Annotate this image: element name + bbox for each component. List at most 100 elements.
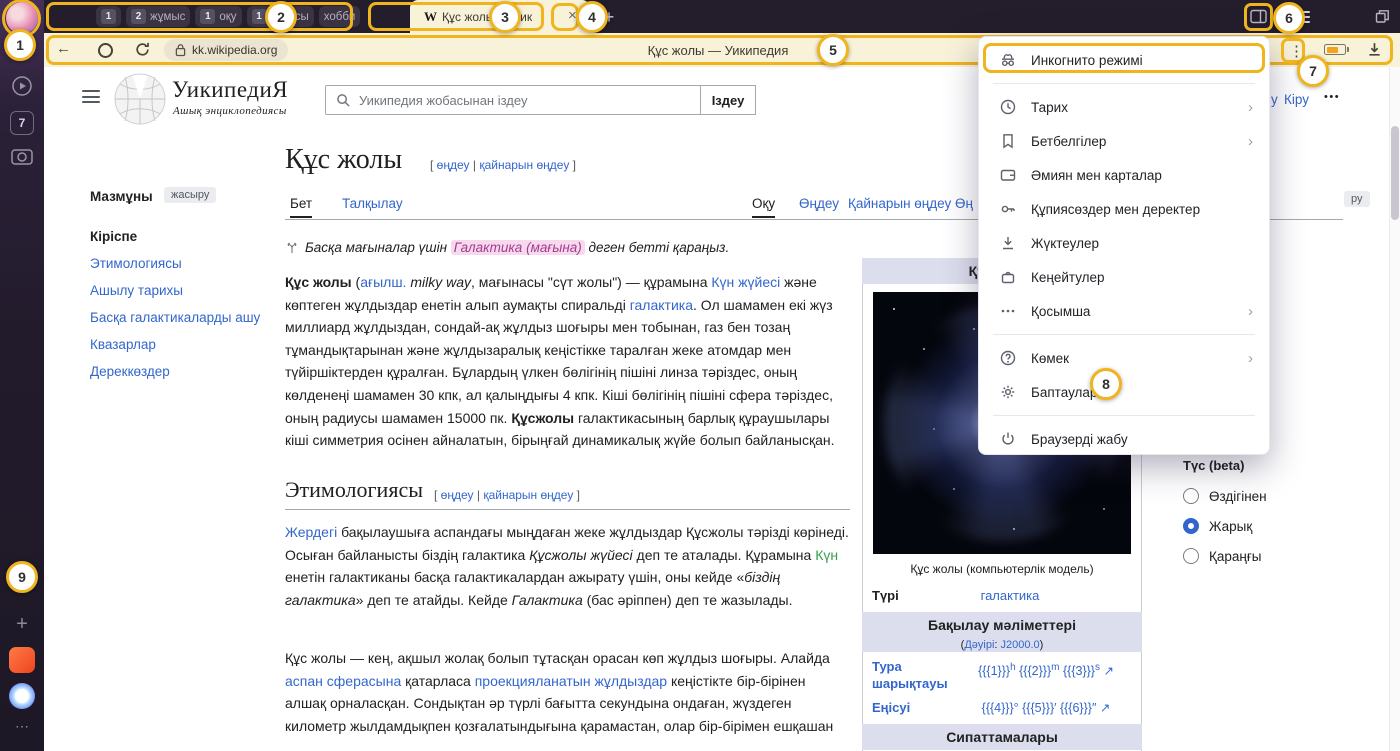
back-icon[interactable]: ← [56,40,71,57]
infobox-dec-label[interactable]: Еңісуі [872,700,910,715]
search-icon [336,93,351,108]
tab-group-1[interactable]: 1 [96,6,121,27]
tab-page[interactable]: Бет [290,196,312,218]
radio-icon-checked[interactable] [1183,518,1199,534]
toc-hide-button[interactable]: жасыру [164,187,216,203]
color-option-dark[interactable]: Қараңғы [1183,548,1261,564]
menu-item-label: Жүктеулер [1031,236,1099,251]
signin-partial-text: у [1271,92,1278,107]
wikipedia-favicon: W [424,9,437,25]
yandex-search-icon[interactable] [98,43,113,58]
toc-item-ashylu[interactable]: Ашылу тарихы [90,282,262,300]
side-rail: 7 + ⋯ [0,0,44,751]
battery-icon[interactable] [1324,44,1346,55]
tab-read[interactable]: Оқу [752,196,775,218]
color-option-auto[interactable]: Өздігінен [1183,488,1267,504]
toc-item-kvazarlar[interactable]: Квазарлар [90,336,262,354]
annotation-badge-4: 4 [576,1,608,33]
toc-item-kirispe[interactable]: Кіріспе [90,228,262,246]
tab-group-count: 1 [101,9,116,24]
menu-divider [993,334,1255,335]
menu-item-help[interactable]: Көмек › [979,341,1269,375]
infobox-ra-label[interactable]: Тура шарықтауы [872,658,958,692]
wikipedia-logo[interactable] [114,73,166,125]
tab-group-hobby[interactable]: хобби [319,6,361,27]
window-restore-icon[interactable] [1374,8,1391,25]
color-option-light[interactable]: Жарық [1183,518,1252,534]
infobox-ra-value[interactable]: {{{1}}}h {{{2}}}m {{{3}}}s ↗ [958,662,1134,678]
wiki-menu-icon[interactable] [82,90,100,103]
more-icon [999,302,1017,320]
downloads-toolbar-icon[interactable] [1366,41,1383,58]
search-button[interactable]: Іздеу [700,85,756,115]
tab-groups: 1 2 жұмыс 1 оқу 1 отбасы хобби [96,6,360,27]
tab-edit-source[interactable]: Қайнарын өңдеу [848,196,951,216]
tab-group-oqu[interactable]: 1 оқу [195,6,241,27]
header-more-icon[interactable]: ••• [1324,91,1340,103]
sidebar-play-icon[interactable] [11,75,33,97]
infobox-caption: Құс жолы (компьютерлік модель) [862,562,1142,576]
tab-partial[interactable]: Өң [955,196,973,216]
annotation-badge-7: 7 [1297,55,1329,87]
power-icon [999,430,1017,448]
round-app-icon[interactable] [9,683,35,709]
infobox-dec-value[interactable]: {{{4}}}° {{{5}}}′ {{{6}}}″ ↗ [958,700,1134,715]
radio-icon[interactable] [1183,488,1199,504]
title-edit-links[interactable]: [ өңдеу | қайнарын өңдеу ] [430,158,576,172]
annotation-badge-9: 9 [6,561,38,593]
reload-icon[interactable] [134,41,151,58]
tab-group-count: 1 [200,9,215,24]
rail-plus-icon[interactable]: + [11,613,33,635]
menu-item-more[interactable]: Қосымша › [979,294,1269,328]
menu-item-passwords[interactable]: Құпиясөздер мен деректер [979,192,1269,226]
article-title: Құс жолы [285,144,402,176]
menu-item-label: Баптаулар [1031,385,1097,400]
menu-item-extensions[interactable]: Кеңейтулер [979,260,1269,294]
orange-app-icon[interactable] [9,647,35,673]
menu-item-wallet[interactable]: Әмиян мен карталар [979,158,1269,192]
infobox-characteristics-header: Сипаттамалары [862,724,1142,750]
toc-item-etimologiyasy[interactable]: Этимологиясы [90,255,262,273]
screenshot-icon[interactable] [11,147,33,165]
hatnote: Басқа мағыналар үшін Галактика (мағына) … [285,240,847,255]
address-field[interactable]: kk.wikipedia.org [164,39,288,61]
tab-group-jumys[interactable]: 2 жұмыс [126,6,190,27]
chevron-right-icon: › [1248,133,1253,150]
menu-item-label: Тарих [1031,100,1068,115]
menu-item-incognito[interactable]: Инкогнито режимі [979,43,1269,77]
menu-item-close-browser[interactable]: Браузерді жабу [979,422,1269,456]
rail-more-icon[interactable]: ⋯ [11,717,33,735]
chevron-right-icon: › [1248,350,1253,367]
chevron-right-icon: › [1248,99,1253,116]
tab-group-count: 2 [131,9,146,24]
annotation-badge-3: 3 [489,1,521,33]
puzzle-icon [999,268,1017,286]
menu-item-settings[interactable]: Баптаулар [979,375,1269,409]
infobox-observation-header: Бақылау мәліметтері (Дәуірі: J2000.0) [862,612,1142,652]
tab-group-label: хобби [324,11,356,23]
infobox-type-value[interactable]: галактика [930,588,1090,603]
wiki-wordmark: УикипедиЯ [172,77,288,103]
toolbar-more-icon[interactable]: ⋮ [1289,42,1304,60]
search-input[interactable] [359,93,679,108]
radio-icon[interactable] [1183,548,1199,564]
toc-item-derekkozder[interactable]: Дереккөздер [90,363,262,381]
chevron-right-icon: › [1248,303,1253,320]
toc-list: Кіріспе Этимологиясы Ашылу тарихы Басқа … [90,228,262,390]
section-edit-links[interactable]: [ өңдеу | қайнарын өңдеу ] [434,488,580,502]
tab-edit[interactable]: Өңдеу [799,196,839,216]
toc-item-basqa[interactable]: Басқа галактикаларды ашу [90,309,262,327]
scrollbar-thumb[interactable] [1391,126,1399,220]
wallet-icon [999,166,1017,184]
menu-item-downloads[interactable]: Жүктеулер [979,226,1269,260]
rail-badge-tile[interactable]: 7 [10,111,34,135]
tab-talk[interactable]: Талқылау [342,196,403,216]
epoch-text: (Дәуірі: J2000.0) [961,639,1044,651]
menu-item-bookmarks[interactable]: Бетбелгілер › [979,124,1269,158]
side-panel-icon[interactable] [1250,8,1267,25]
login-link[interactable]: Кіру [1284,92,1309,107]
annotation-badge-2: 2 [265,1,297,33]
browser-menu-dropdown: Инкогнито режимі Тарих › Бетбелгілер › [978,36,1270,455]
menu-item-history[interactable]: Тарих › [979,90,1269,124]
appearance-hide-partial[interactable]: ру [1344,191,1370,207]
